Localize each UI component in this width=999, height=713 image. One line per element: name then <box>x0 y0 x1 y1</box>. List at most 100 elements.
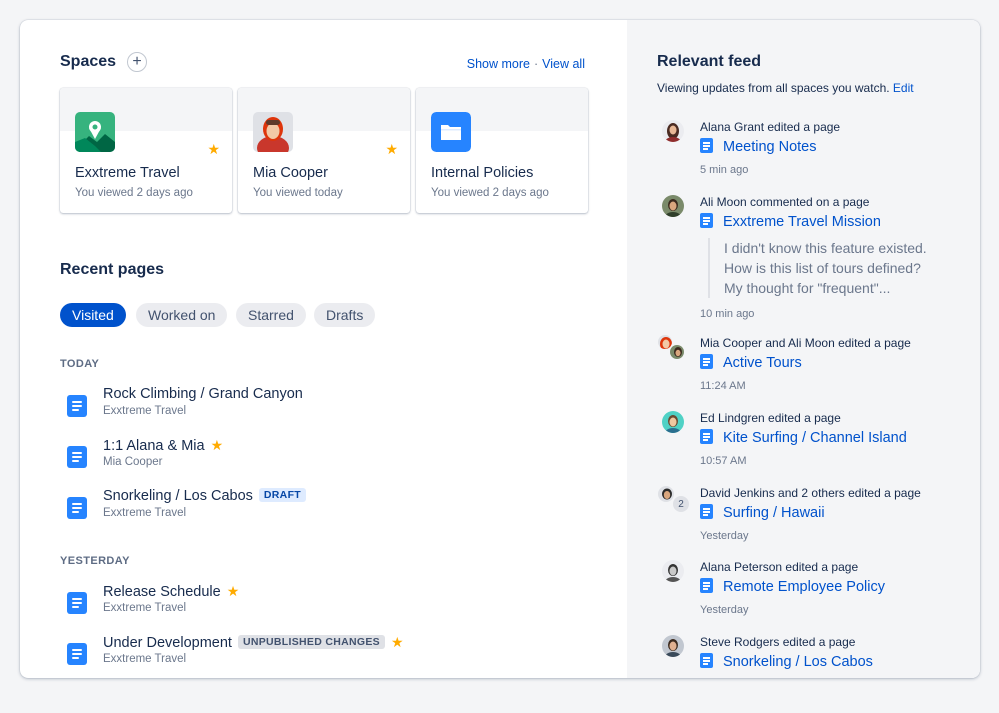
page-space: Mia Cooper <box>103 456 163 468</box>
comment-line: My thought for "frequent"... <box>724 280 891 296</box>
avatar[interactable] <box>662 635 684 657</box>
avatar[interactable] <box>662 560 684 582</box>
page-icon <box>67 446 87 468</box>
page-row[interactable]: 1:1 Alana & Mia ★ Mia Cooper <box>60 437 600 477</box>
star-icon[interactable]: ★ <box>211 437 224 453</box>
space-card-mia-cooper[interactable]: ★ Mia Cooper You viewed today <box>238 88 410 213</box>
feed-page-title: Kite Surfing / Channel Island <box>723 430 907 446</box>
feed-page-link[interactable]: Surfing / Hawaii <box>700 504 825 521</box>
view-all-link[interactable]: View all <box>542 57 585 71</box>
page-title: 1:1 Alana & Mia <box>103 438 205 454</box>
feed-item: Ali Moon commented on a page Exxtreme Tr… <box>657 195 957 325</box>
recent-pages-title: Recent pages <box>60 261 165 278</box>
page-title-wrap: 1:1 Alana & Mia ★ <box>103 437 223 454</box>
feed-page-title: Meeting Notes <box>723 139 817 155</box>
feed-time: 10:57 AM <box>700 455 747 467</box>
show-more-link[interactable]: Show more <box>467 57 530 71</box>
add-space-button[interactable]: + <box>127 52 147 72</box>
page-icon <box>700 213 713 228</box>
comment-quote: I didn't know this feature existed. How … <box>708 238 958 298</box>
feed-page-title: Surfing / Hawaii <box>723 505 825 521</box>
feed-time: Yesterday <box>700 530 749 542</box>
page-icon <box>67 395 87 417</box>
travel-space-icon <box>75 112 115 152</box>
star-icon[interactable]: ★ <box>207 141 220 158</box>
comment-line: I didn't know this feature existed. <box>724 240 927 256</box>
page-row[interactable]: Release Schedule ★ Exxtreme Travel <box>60 583 600 623</box>
user-avatar <box>253 112 293 152</box>
others-count-badge[interactable]: 2 <box>672 495 690 513</box>
tab-starred[interactable]: Starred <box>236 303 306 327</box>
avatar[interactable] <box>662 411 684 433</box>
unpublished-lozenge: UNPUBLISHED CHANGES <box>237 635 385 649</box>
page-title: Release Schedule <box>103 584 221 600</box>
feed-item: 2 David Jenkins and 2 others edited a pa… <box>657 485 957 546</box>
page-row[interactable]: Under Development UNPUBLISHED CHANGES ★ Ex… <box>60 634 600 674</box>
space-viewed: You viewed 2 days ago <box>75 187 193 199</box>
feed-actor: Ali Moon commented on a page <box>700 195 870 209</box>
page-icon <box>700 653 713 668</box>
feed-actor: Ed Lindgren edited a page <box>700 411 841 425</box>
feed-page-link[interactable]: Exxtreme Travel Mission <box>700 213 881 230</box>
feed-time: 10 min ago <box>700 308 755 320</box>
star-icon[interactable]: ★ <box>385 141 398 158</box>
page-row[interactable]: Snorkeling / Los Cabos DRAFT Exxtreme Tra… <box>60 488 600 528</box>
feed-page-link[interactable]: Active Tours <box>700 354 802 371</box>
avatar[interactable] <box>662 195 684 217</box>
feed-page-title: Active Tours <box>723 355 802 371</box>
page-space: Exxtreme Travel <box>103 507 187 519</box>
star-icon[interactable]: ★ <box>227 583 240 599</box>
tab-visited[interactable]: Visited <box>60 303 126 327</box>
comment-line: How is this list of tours defined? <box>724 260 921 276</box>
page-icon <box>700 354 713 369</box>
feed-page-link[interactable]: Snorkeling / Los Cabos <box>700 653 873 670</box>
page-icon <box>700 429 713 444</box>
feed-time: 5 min ago <box>700 164 749 176</box>
space-name: Internal Policies <box>431 165 534 181</box>
space-card-internal-policies[interactable]: Internal Policies You viewed 2 days ago <box>416 88 588 213</box>
feed-actor: Alana Grant edited a page <box>700 120 841 134</box>
feed-page-link[interactable]: Meeting Notes <box>700 138 817 155</box>
tab-drafts[interactable]: Drafts <box>314 303 376 327</box>
page-row[interactable]: Rock Climbing / Grand Canyon Exxtreme Tr… <box>60 386 600 426</box>
avatar[interactable] <box>662 120 684 142</box>
page-icon <box>700 138 713 153</box>
page-title-wrap: Release Schedule ★ <box>103 583 239 600</box>
page-title: Snorkeling / Los Cabos <box>103 488 253 504</box>
edit-link[interactable]: Edit <box>893 81 914 95</box>
feed-panel: Relevant feed Viewing updates from all s… <box>627 20 980 678</box>
feed-subtitle: Viewing updates from all spaces you watc… <box>657 81 890 95</box>
tab-worked-on[interactable]: Worked on <box>136 303 228 327</box>
avatar[interactable] <box>669 344 685 360</box>
space-name: Mia Cooper <box>253 165 328 181</box>
feed-page-title: Exxtreme Travel Mission <box>723 214 881 230</box>
feed-time: 11:24 AM <box>700 380 746 392</box>
page-icon <box>700 578 713 593</box>
page-icon <box>67 643 87 665</box>
feed-page-title: Remote Employee Policy <box>723 579 885 595</box>
page-icon <box>67 592 87 614</box>
folder-icon <box>431 112 471 152</box>
feed-time: Yesterday <box>700 604 749 616</box>
page-title: Rock Climbing / Grand Canyon <box>103 386 303 402</box>
feed-page-title: Snorkeling / Los Cabos <box>723 654 873 670</box>
star-icon[interactable]: ★ <box>391 634 404 650</box>
feed-actor: Alana Peterson edited a page <box>700 560 859 574</box>
feed-page-link[interactable]: Kite Surfing / Channel Island <box>700 429 907 446</box>
link-separator: · <box>533 57 539 71</box>
spaces-links: Show more · View all <box>467 57 585 71</box>
page-icon <box>67 497 87 519</box>
space-card-exxtreme-travel[interactable]: ★ Exxtreme Travel You viewed 2 days ago <box>60 88 232 213</box>
group-label-yesterday: YESTERDAY <box>60 555 130 567</box>
feed-page-link[interactable]: Remote Employee Policy <box>700 578 885 595</box>
feed-actor: Steve Rodgers edited a page <box>700 635 856 649</box>
feed-item: Steve Rodgers edited a page Snorkeling /… <box>657 635 957 678</box>
feed-title: Relevant feed <box>657 53 762 70</box>
spaces-title: Spaces <box>60 53 117 70</box>
left-panel: Spaces + Show more · View all ★ Exxtreme T… <box>20 20 627 678</box>
feed-item: Alana Peterson edited a page Remote Empl… <box>657 560 957 620</box>
space-viewed: You viewed today <box>253 187 343 199</box>
feed-item: Ed Lindgren edited a page Kite Surfing /… <box>657 411 957 471</box>
page-icon <box>700 504 713 519</box>
page-title-wrap: Snorkeling / Los Cabos DRAFT <box>103 488 306 504</box>
